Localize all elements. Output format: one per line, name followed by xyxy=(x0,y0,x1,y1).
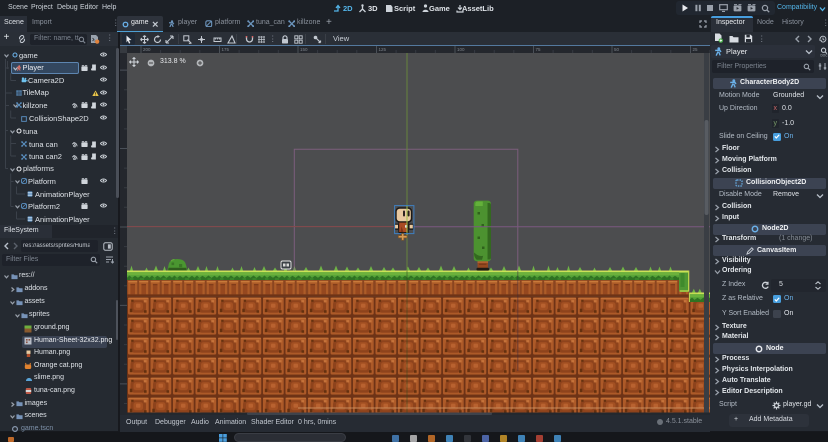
svg-text:100: 100 xyxy=(457,47,465,52)
svg-text:175: 175 xyxy=(222,47,230,52)
svg-text:125: 125 xyxy=(379,47,387,52)
svg-text:150: 150 xyxy=(300,47,308,52)
svg-text:200: 200 xyxy=(143,47,151,52)
svg-text:DOC: DOC xyxy=(820,53,828,56)
svg-text:75: 75 xyxy=(536,47,542,52)
svg-text:50: 50 xyxy=(614,47,620,52)
svg-text:25: 25 xyxy=(693,47,699,52)
